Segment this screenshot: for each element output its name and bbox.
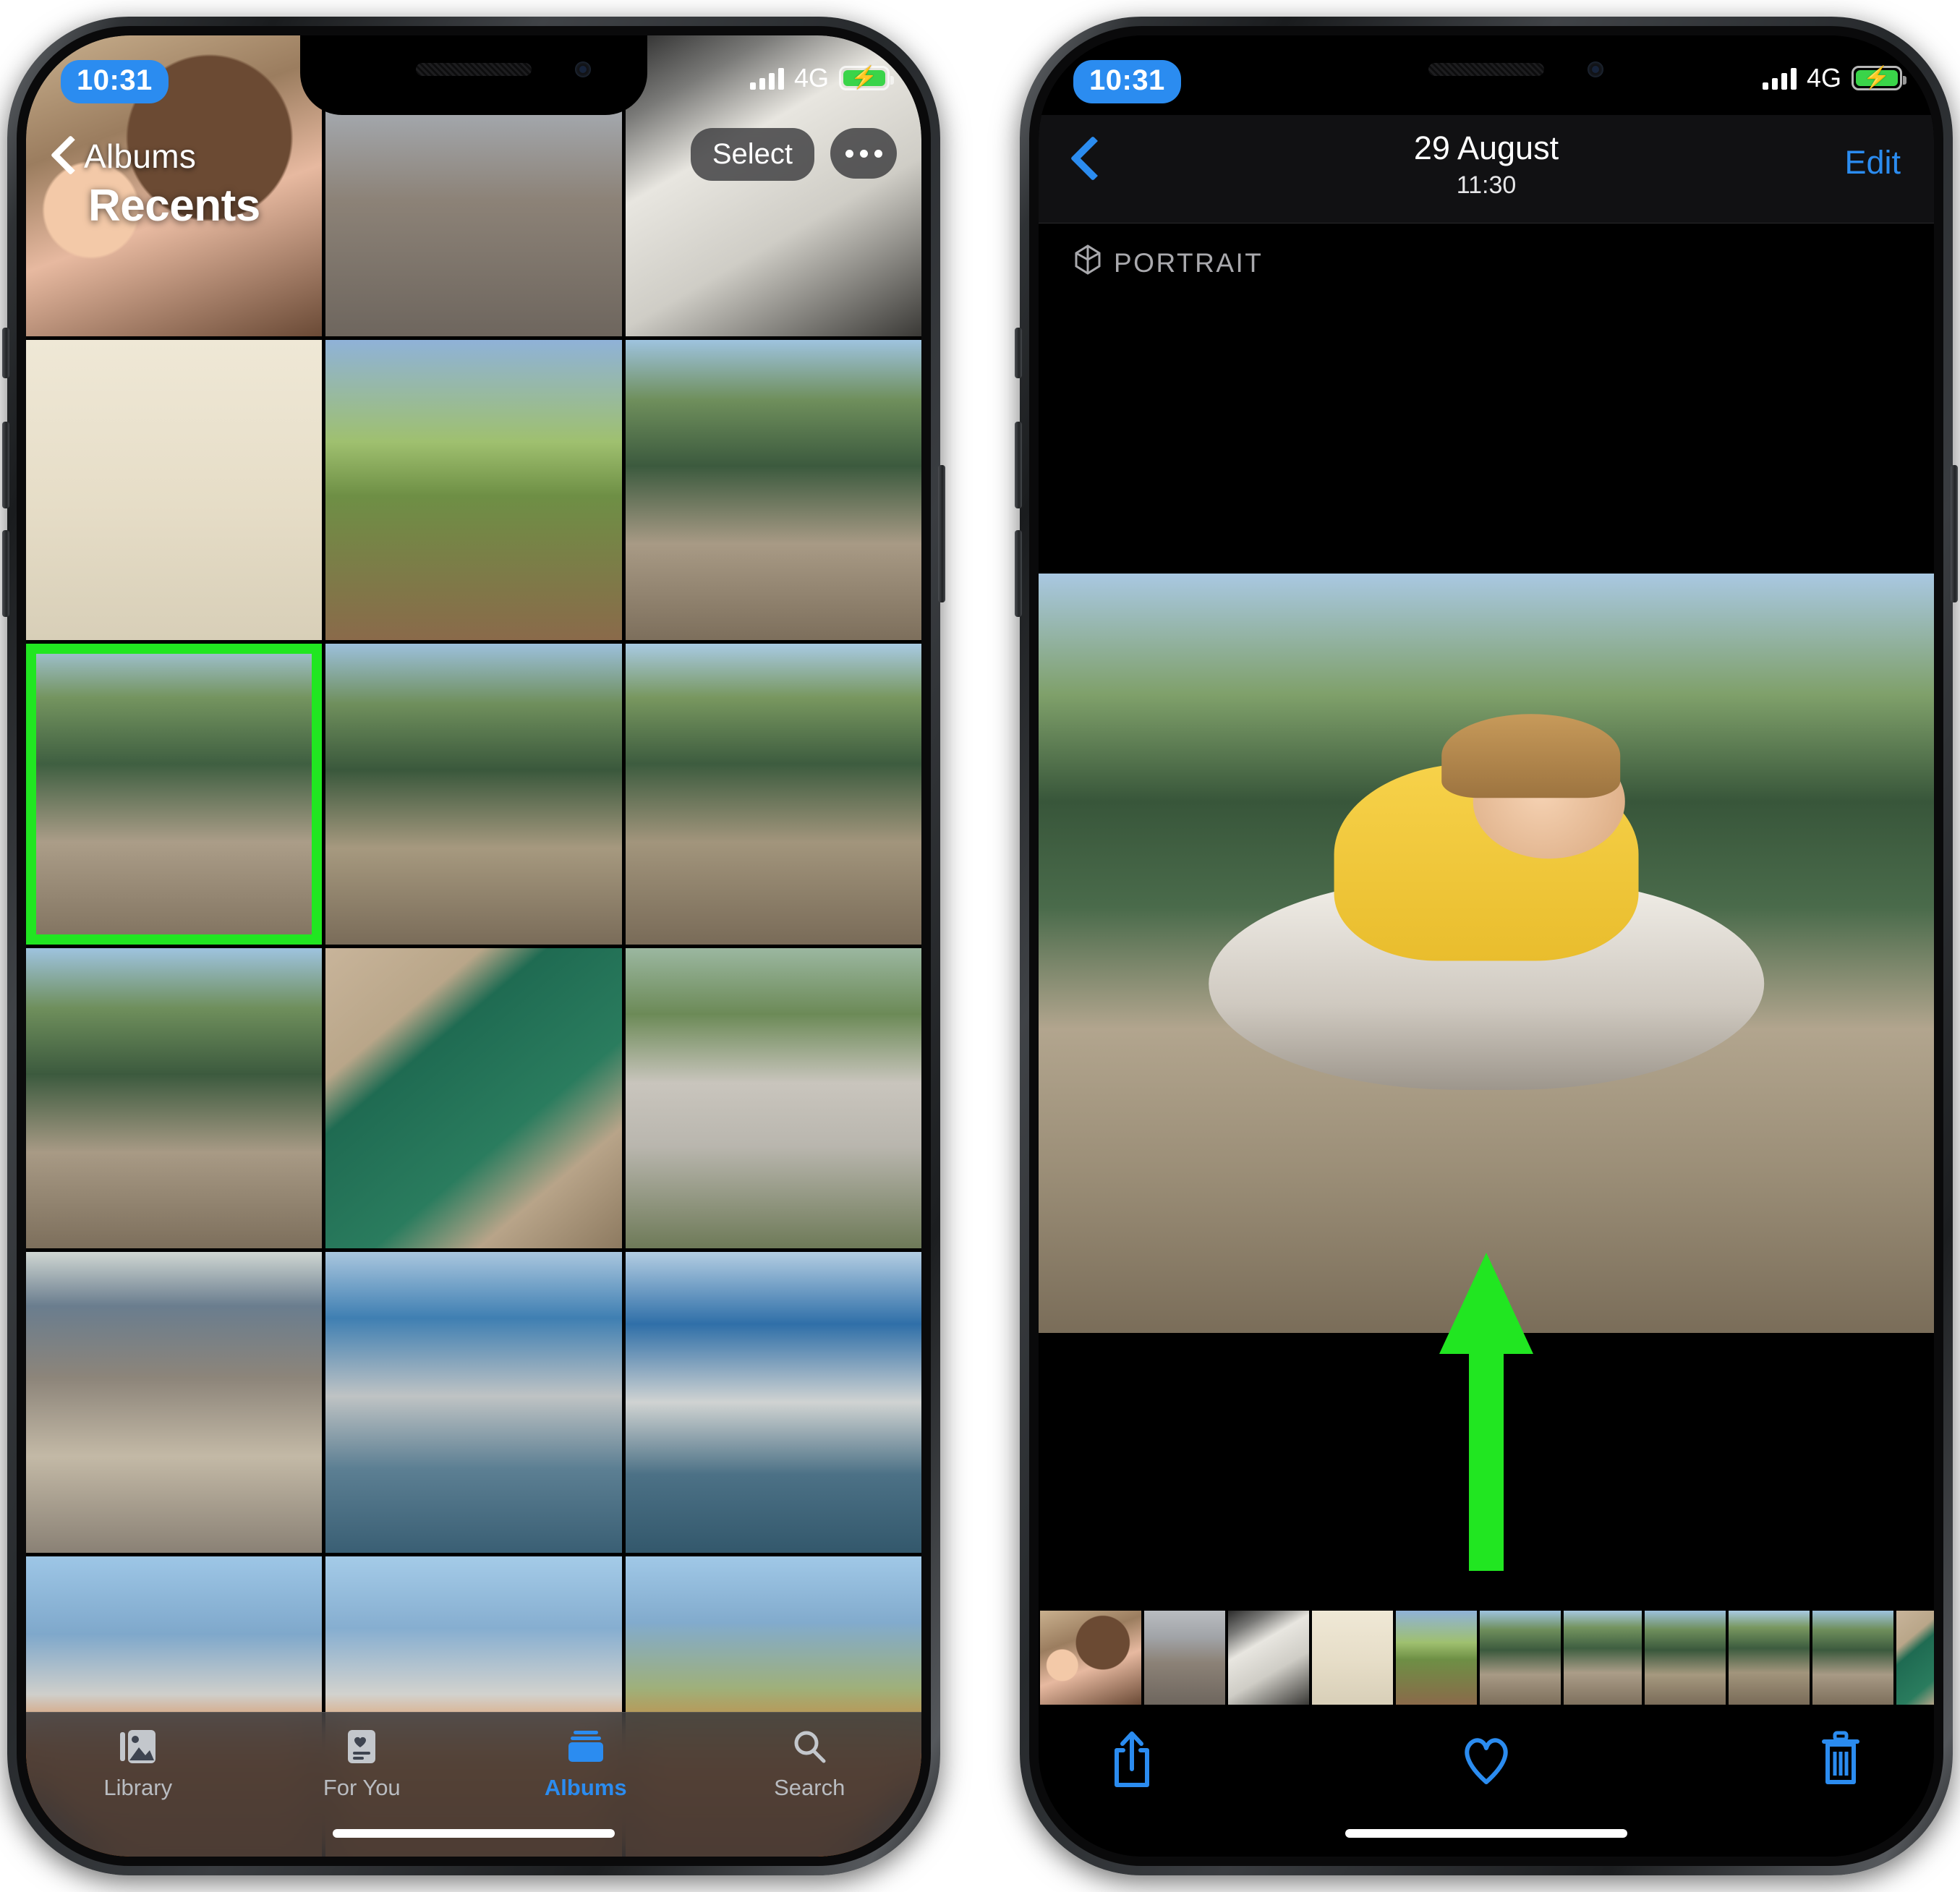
photo-grid-cell[interactable]	[625, 1252, 921, 1553]
filmstrip-thumb[interactable]	[1312, 1611, 1393, 1705]
filmstrip-thumb[interactable]	[1729, 1611, 1810, 1705]
photo-thumbnail	[26, 644, 323, 945]
photo-viewer-screen: 29 August 11:30 Edit PORTRAIT	[1039, 35, 1934, 1857]
portrait-badge[interactable]: PORTRAIT	[1073, 244, 1263, 282]
photo-thumbnail	[325, 947, 622, 1248]
photo-grid-cell[interactable]	[325, 1252, 622, 1553]
home-indicator[interactable]	[1345, 1829, 1627, 1838]
right-phone-device: 29 August 11:30 Edit PORTRAIT 10:31 4G ⚡	[1015, 17, 1958, 1875]
front-camera	[1588, 61, 1603, 77]
photo-grid-cell[interactable]	[26, 947, 323, 1248]
volume-down-button[interactable]	[2, 530, 9, 617]
filmstrip-thumb[interactable]	[1812, 1611, 1893, 1705]
home-indicator[interactable]	[333, 1829, 615, 1838]
photo-thumbnail	[26, 1252, 323, 1553]
mute-switch[interactable]	[2, 328, 9, 378]
photo-grid-cell[interactable]	[625, 947, 921, 1248]
filmstrip-thumb[interactable]	[1396, 1611, 1477, 1705]
volume-up-button[interactable]	[2, 422, 9, 508]
tab-for-you-label: For You	[323, 1775, 401, 1800]
photo-thumbnail	[625, 1252, 921, 1553]
front-camera	[575, 61, 591, 77]
tab-albums-label: Albums	[544, 1775, 627, 1800]
photo-grid-cell[interactable]	[26, 339, 323, 640]
tab-search[interactable]: Search	[698, 1729, 922, 1801]
photo-thumbnail	[325, 339, 622, 640]
filmstrip-thumb[interactable]	[1040, 1611, 1141, 1705]
recents-album-grid-screen: Albums Recents Select Library For You Al…	[26, 35, 921, 1857]
ellipsis-icon	[859, 149, 868, 158]
filmstrip-thumb[interactable]	[1144, 1611, 1225, 1705]
filmstrip-thumb[interactable]	[1480, 1611, 1561, 1705]
filmstrip-thumb-current[interactable]	[1564, 1611, 1642, 1705]
photo-thumbnail	[325, 644, 622, 945]
share-icon[interactable]	[1105, 1729, 1159, 1789]
photo-grid-cell-selected[interactable]	[26, 644, 323, 945]
viewer-nav-bar: 29 August 11:30 Edit	[1039, 115, 1934, 223]
tab-search-label: Search	[774, 1775, 845, 1800]
photo-thumbnail	[625, 644, 921, 945]
portrait-cube-icon	[1073, 244, 1102, 282]
photo-date: 29 August	[1413, 129, 1559, 166]
tab-library-label: Library	[103, 1775, 173, 1800]
two-phone-comparison: Albums Recents Select Library For You Al…	[0, 0, 1960, 1892]
photo-grid-cell[interactable]	[325, 644, 622, 945]
left-phone-notch	[300, 35, 647, 115]
side-power-button[interactable]	[1951, 465, 1958, 602]
left-phone-device: Albums Recents Select Library For You Al…	[2, 17, 945, 1875]
tab-albums[interactable]: Albums	[474, 1729, 698, 1801]
back-button-label: Albums	[84, 137, 197, 175]
portrait-badge-label: PORTRAIT	[1114, 247, 1264, 278]
trash-icon[interactable]	[1814, 1729, 1867, 1789]
photo-grid-cell[interactable]	[325, 947, 622, 1248]
photo-thumbnail	[325, 1252, 622, 1553]
tab-for-you[interactable]: For You	[250, 1729, 474, 1801]
volume-down-button[interactable]	[1015, 530, 1022, 617]
photo-grid[interactable]	[26, 35, 921, 1857]
photo-grid-cell[interactable]	[26, 1252, 323, 1553]
filmstrip-thumb[interactable]	[1896, 1611, 1934, 1705]
photo-thumbnail	[625, 339, 921, 640]
chevron-left-icon	[52, 137, 74, 176]
photo-thumbnail	[625, 35, 921, 336]
filmstrip-thumb[interactable]	[1645, 1611, 1726, 1705]
mute-switch[interactable]	[1015, 328, 1022, 378]
earpiece-speaker	[416, 63, 532, 76]
back-to-albums-button[interactable]: Albums	[52, 137, 196, 176]
photo-thumbnail	[26, 339, 323, 640]
filmstrip-thumb[interactable]	[1228, 1611, 1309, 1705]
left-phone-screen: Albums Recents Select Library For You Al…	[26, 35, 921, 1857]
photo-grid-cell[interactable]	[625, 644, 921, 945]
more-options-button[interactable]	[830, 128, 897, 179]
photo-thumbnail	[26, 947, 323, 1248]
photo-grid-cell[interactable]	[325, 339, 622, 640]
photo-grid-cell[interactable]	[625, 339, 921, 640]
right-phone-screen: 29 August 11:30 Edit PORTRAIT 10:31 4G ⚡	[1039, 35, 1934, 1857]
earpiece-speaker	[1428, 63, 1544, 76]
edit-button[interactable]: Edit	[1844, 144, 1901, 182]
ellipsis-icon	[845, 149, 853, 158]
photo-grid-cell[interactable]	[625, 35, 921, 336]
side-power-button[interactable]	[938, 465, 945, 602]
volume-up-button[interactable]	[1015, 422, 1022, 508]
albums-icon	[566, 1729, 606, 1766]
photo-time: 11:30	[1456, 171, 1517, 199]
page-title: Recents	[88, 181, 260, 231]
right-phone-notch	[1313, 35, 1660, 115]
main-photo	[1039, 574, 1934, 1333]
photo-thumbnail	[625, 947, 921, 1248]
ellipsis-icon	[874, 149, 882, 158]
select-button[interactable]: Select	[690, 128, 814, 181]
for-you-card-icon	[341, 1729, 382, 1766]
viewer-toolbar	[1039, 1705, 1934, 1813]
tab-library[interactable]: Library	[26, 1729, 250, 1801]
photos-library-icon	[118, 1729, 158, 1766]
heart-icon[interactable]	[1460, 1729, 1513, 1789]
photo-filmstrip[interactable]	[1039, 1611, 1934, 1705]
search-icon	[789, 1729, 830, 1766]
viewer-title-group: 29 August 11:30	[1039, 129, 1934, 200]
annotation-arrow-up	[1439, 1253, 1533, 1571]
